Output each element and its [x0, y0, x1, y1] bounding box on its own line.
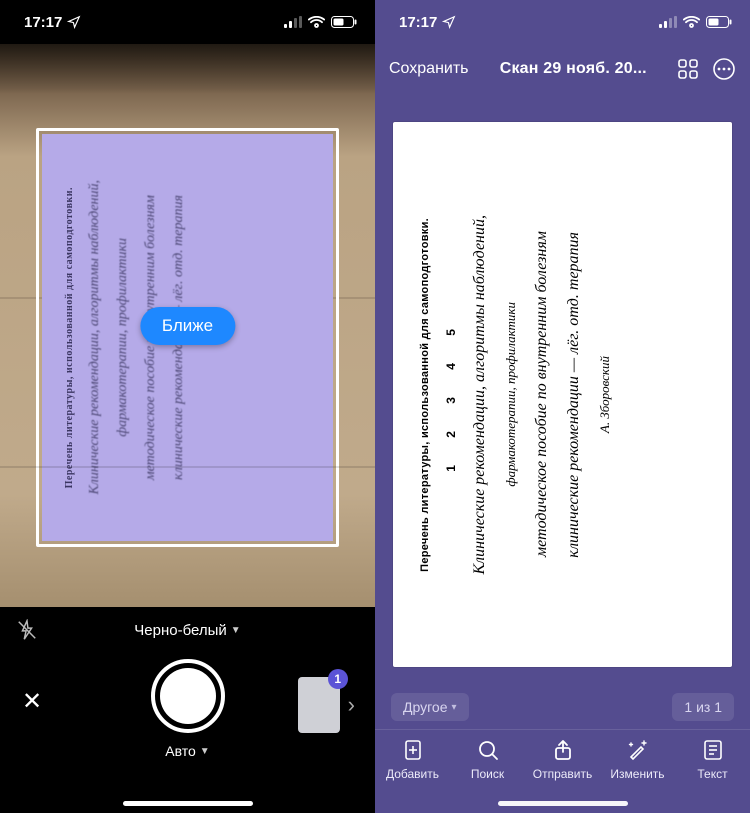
status-bar: 17:17	[0, 0, 375, 44]
category-selector[interactable]: Другое ▾	[391, 693, 469, 721]
document-title[interactable]: Скан 29 нояб. 20...	[481, 60, 666, 78]
status-bar: 17:17	[375, 0, 750, 44]
proceed-arrow-icon[interactable]: ›	[348, 692, 355, 718]
battery-icon	[331, 16, 357, 28]
page-indicator[interactable]: 1 из 1	[672, 693, 734, 721]
tab-label: Текст	[697, 767, 727, 781]
tab-label: Поиск	[471, 767, 504, 781]
doc-line: Клинические рекомендации, алгоритмы набл…	[87, 180, 103, 495]
save-button[interactable]: Сохранить	[389, 60, 469, 78]
more-options-button[interactable]	[712, 57, 736, 81]
bottom-toolbar: Добавить Поиск Отправить Изменить Текст	[375, 729, 750, 813]
status-indicators	[284, 16, 357, 28]
flash-off-icon	[16, 619, 38, 641]
location-arrow-icon	[67, 15, 81, 29]
close-button[interactable]: ✕	[22, 687, 42, 716]
tab-add[interactable]: Добавить	[375, 738, 450, 813]
thumbnail-count-badge: 1	[328, 669, 348, 689]
scan-preview-area[interactable]: Перечень литературы, использованной для …	[375, 94, 750, 685]
cellular-icon	[659, 16, 677, 28]
magic-wand-icon	[626, 738, 650, 762]
thumbnail-preview[interactable]: 1	[298, 677, 340, 733]
status-indicators	[659, 16, 732, 28]
camera-capture-screen: 17:17 Перечень литературы, использов	[0, 0, 375, 813]
ellipsis-circle-icon	[712, 57, 736, 81]
doc-line: Клинические рекомендации, алгоритмы набл…	[471, 215, 489, 574]
doc-list-numbers: 1 2 3 4 5	[445, 317, 457, 472]
nav-bar: Сохранить Скан 29 нояб. 20...	[375, 44, 750, 94]
category-label: Другое	[403, 699, 447, 715]
chevron-down-icon: ▼	[231, 625, 241, 636]
camera-controls: ✕ Авто ▼ 1 ›	[0, 653, 375, 813]
battery-icon	[706, 16, 732, 28]
wifi-icon	[308, 16, 325, 28]
wifi-icon	[683, 16, 700, 28]
doc-line: фармакотерапии, профилактики	[503, 302, 519, 487]
scan-result-screen: 17:17 Сохранить Скан 29 нояб. 20...	[375, 0, 750, 813]
share-icon	[551, 738, 575, 762]
location-arrow-icon	[442, 15, 456, 29]
color-mode-selector[interactable]: Черно-белый ▼	[134, 622, 240, 639]
grid-view-button[interactable]	[678, 59, 698, 79]
tab-label: Изменить	[610, 767, 664, 781]
grid-icon	[678, 59, 698, 79]
shutter-button[interactable]	[151, 659, 225, 733]
cellular-icon	[284, 16, 302, 28]
tab-label: Добавить	[386, 767, 439, 781]
text-icon	[701, 738, 725, 762]
color-mode-label: Черно-белый	[134, 622, 226, 639]
tab-text[interactable]: Текст	[675, 738, 750, 813]
doc-line: фармакотерапии, профилактики	[115, 238, 131, 437]
chevron-down-icon: ▾	[451, 702, 456, 713]
doc-line: А. Зборовский	[597, 356, 613, 433]
add-page-icon	[401, 738, 425, 762]
chevron-down-icon: ▼	[200, 746, 210, 757]
capture-mode-selector[interactable]: Авто ▼	[165, 743, 209, 759]
tab-label: Отправить	[533, 767, 593, 781]
status-time: 17:17	[399, 14, 437, 31]
doc-line: клинические рекомендации — лёг. отд. тер…	[565, 232, 583, 558]
doc-heading: Перечень литературы, использованной для …	[64, 187, 75, 488]
camera-options-bar: Черно-белый ▼	[0, 607, 375, 653]
status-time: 17:17	[24, 14, 62, 31]
doc-line: методическое пособие по внутренним болез…	[533, 231, 551, 557]
move-closer-hint: Ближе	[140, 307, 235, 345]
search-icon	[476, 738, 500, 762]
scanned-page[interactable]: Перечень литературы, использованной для …	[393, 122, 732, 667]
home-indicator[interactable]	[123, 801, 253, 806]
meta-row: Другое ▾ 1 из 1	[375, 685, 750, 729]
flash-toggle[interactable]	[16, 619, 38, 641]
home-indicator[interactable]	[498, 801, 628, 806]
doc-heading: Перечень литературы, использованной для …	[419, 218, 431, 572]
capture-mode-label: Авто	[165, 743, 196, 759]
camera-viewport[interactable]: Перечень литературы, использованной для …	[0, 44, 375, 607]
